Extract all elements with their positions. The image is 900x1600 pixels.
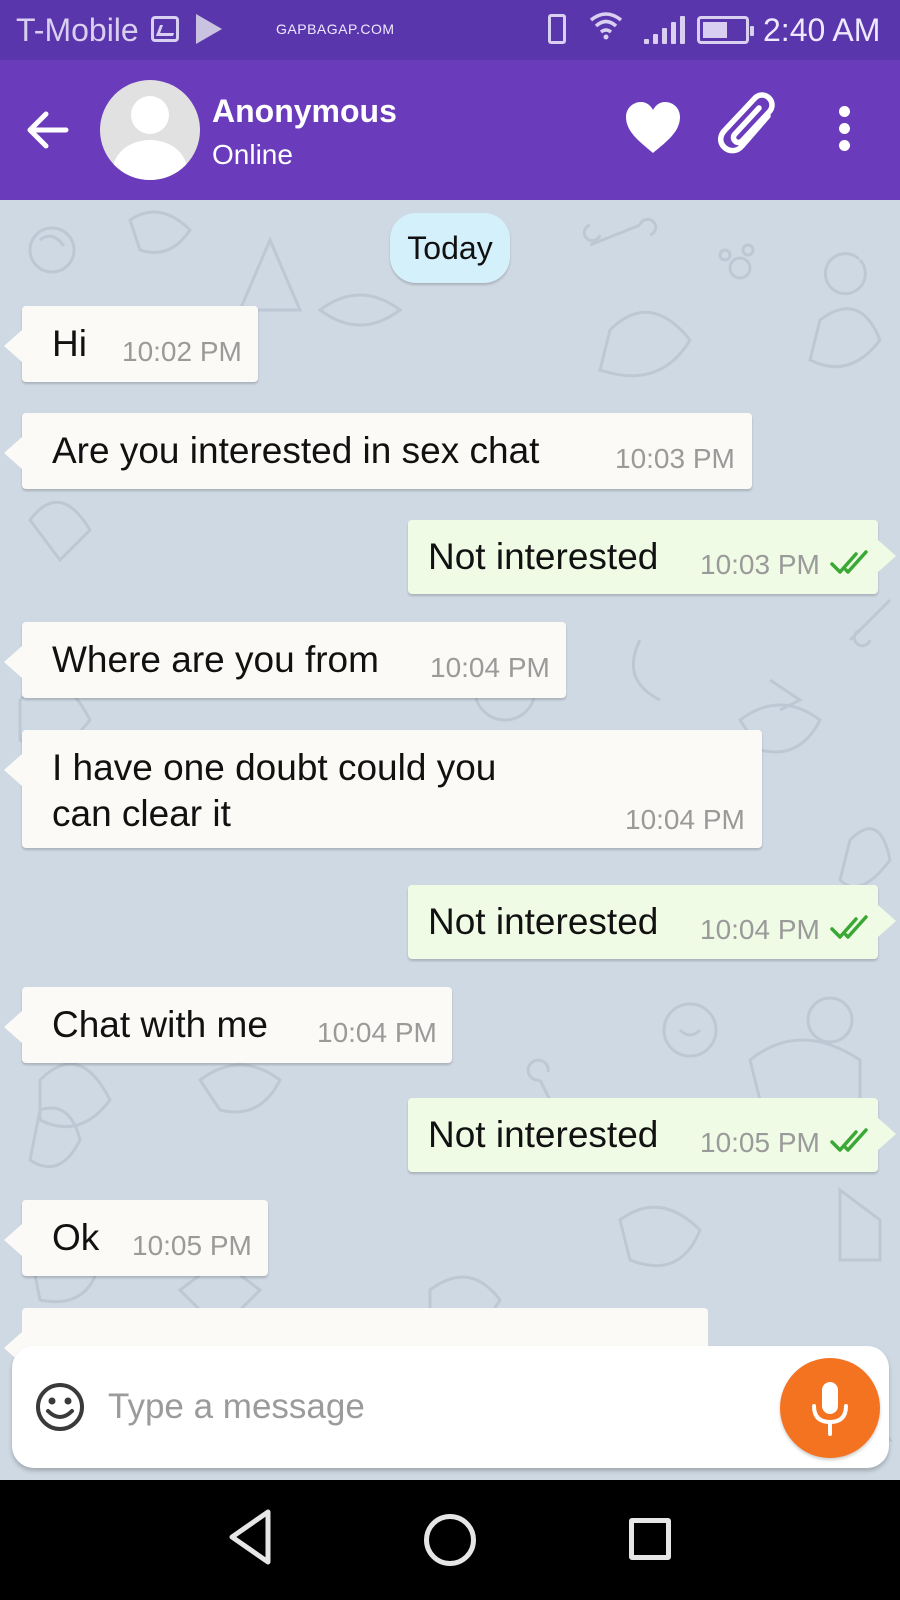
message-bubble-incoming[interactable]: I have one doubt could you can clear it … <box>4 730 762 848</box>
message-bubble-incoming[interactable]: Chat with me 10:04 PM <box>4 987 452 1063</box>
message-bubble-incoming[interactable]: Where are you from 10:04 PM <box>4 622 566 698</box>
avatar-body <box>113 140 187 180</box>
more-options-button[interactable] <box>826 104 866 154</box>
battery-icon <box>697 16 754 44</box>
emoji-icon <box>36 1383 84 1431</box>
play-store-icon <box>196 14 222 44</box>
message-text-line: I have one doubt could you <box>52 747 497 788</box>
message-text: Ok <box>52 1217 100 1258</box>
paperclip-icon <box>718 92 775 154</box>
nav-back-icon <box>229 1509 271 1565</box>
vibrate-icon <box>548 14 566 44</box>
message-bubble-incoming[interactable]: Are you interested in sex chat 10:03 PM <box>4 413 752 489</box>
read-receipt-icon <box>830 1128 868 1152</box>
message-time: 10:04 PM <box>430 652 550 683</box>
message-text: Hi <box>52 323 87 364</box>
avatar[interactable] <box>100 80 200 180</box>
message-time: 10:02 PM <box>122 336 242 367</box>
message-time: 10:03 PM <box>615 443 735 474</box>
back-button[interactable] <box>20 102 76 158</box>
mic-icon <box>812 1382 848 1436</box>
message-time: 10:04 PM <box>317 1017 437 1048</box>
message-text: Where are you from <box>52 639 379 680</box>
message-time: 10:05 PM <box>700 1127 820 1158</box>
chat-header: Anonymous Online <box>0 60 900 200</box>
message-time: 10:05 PM <box>132 1230 252 1261</box>
message-bubble-outgoing[interactable]: Not interested 10:04 PM <box>408 885 896 959</box>
message-text: Are you interested in sex chat <box>52 430 540 471</box>
nav-back-button[interactable] <box>226 1508 274 1566</box>
message-text: Not interested <box>428 1114 659 1155</box>
avatar-head <box>131 96 169 134</box>
chat-area[interactable]: Today Hi 10:02 PM Are you interested in … <box>0 200 900 1480</box>
favorite-button[interactable] <box>622 98 684 160</box>
emoji-button[interactable] <box>34 1381 86 1433</box>
message-bubble-outgoing[interactable]: Not interested 10:03 PM <box>408 520 896 594</box>
watermark-text: GAPBAGAP.COM <box>276 21 395 37</box>
message-bubble-incoming[interactable]: Hi 10:02 PM <box>4 306 258 382</box>
message-bubble-incoming[interactable]: Ok 10:05 PM <box>4 1200 268 1276</box>
message-time: 10:04 PM <box>700 914 820 945</box>
message-text-line: can clear it <box>52 793 231 834</box>
message-text: Not interested <box>428 901 659 942</box>
status-bar: T-Mobile GAPBAGAP.COM 2:40 AM <box>0 0 900 60</box>
attach-button[interactable] <box>714 90 784 166</box>
system-nav-bar <box>0 1480 900 1600</box>
wifi-icon <box>589 10 623 48</box>
message-input[interactable] <box>108 1376 748 1438</box>
carrier-name: T-Mobile <box>16 12 139 48</box>
message-time: 10:03 PM <box>700 549 820 580</box>
read-receipt-icon <box>830 550 868 574</box>
voice-record-button[interactable] <box>780 1358 880 1458</box>
message-composer <box>12 1346 889 1468</box>
nav-home-icon[interactable] <box>424 1514 476 1566</box>
signal-icon <box>644 16 685 44</box>
date-separator: Today <box>390 213 510 283</box>
read-receipt-icon <box>830 915 868 939</box>
status-time: 2:40 AM <box>763 12 881 48</box>
heart-icon <box>626 102 680 153</box>
gallery-icon <box>151 16 179 42</box>
message-time: 10:04 PM <box>625 804 745 835</box>
contact-status: Online <box>212 139 293 170</box>
contact-name[interactable]: Anonymous <box>212 93 397 130</box>
message-text: Not interested <box>428 536 659 577</box>
back-arrow-icon <box>27 111 69 149</box>
message-text: Chat with me <box>52 1004 268 1045</box>
nav-recents-icon[interactable] <box>629 1518 671 1560</box>
message-bubble-outgoing[interactable]: Not interested 10:05 PM <box>408 1098 896 1172</box>
more-vertical-icon <box>839 106 850 117</box>
